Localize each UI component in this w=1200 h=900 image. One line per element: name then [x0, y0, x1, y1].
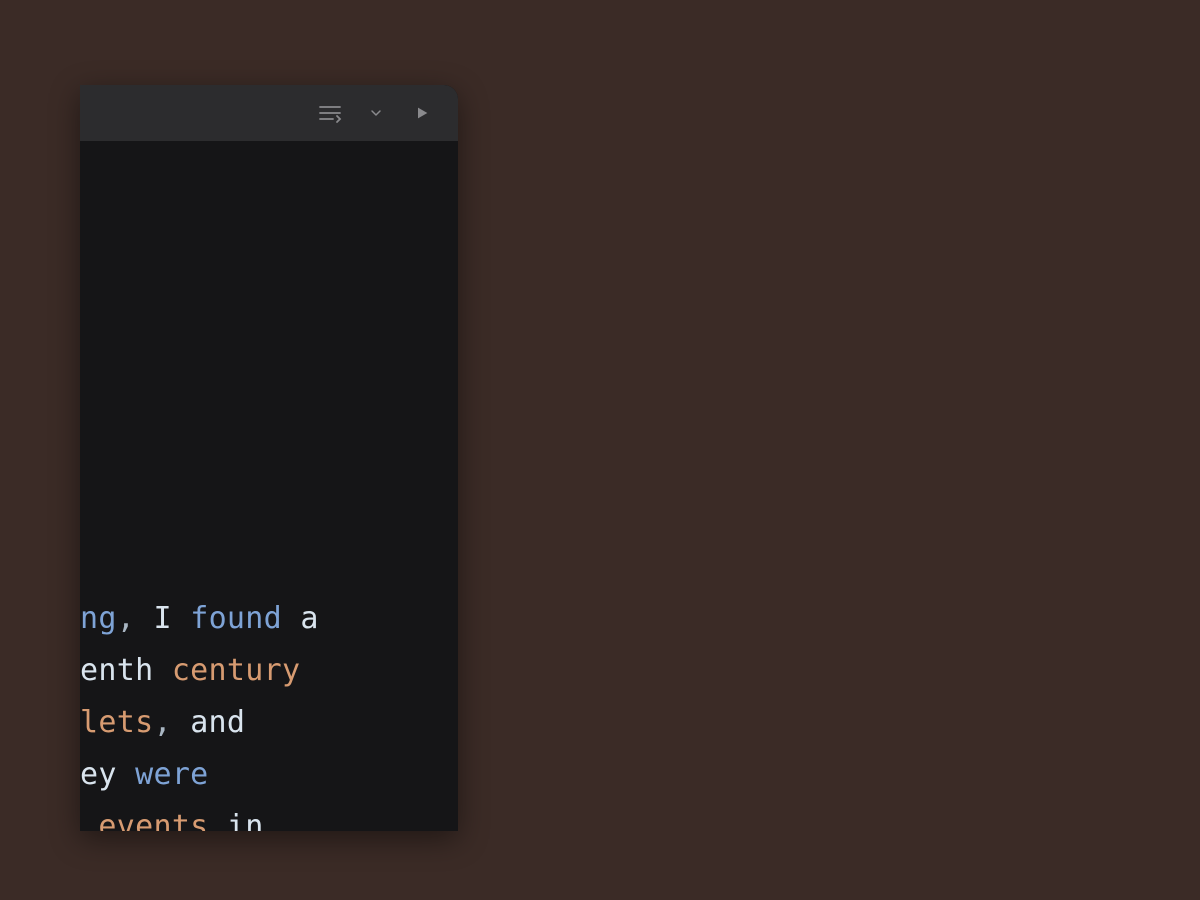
code-line: events in — [80, 801, 458, 831]
code-line: ng, I found a — [80, 593, 458, 645]
code-token: enth — [80, 653, 172, 688]
code-line: lets, and — [80, 697, 458, 749]
code-line: enth century — [80, 645, 458, 697]
code-token: and — [172, 705, 245, 740]
word-wrap-icon[interactable] — [316, 99, 344, 127]
code-token: I — [135, 601, 190, 636]
code-token: ey — [80, 757, 135, 792]
code-token — [80, 809, 98, 831]
code-line: ey were — [80, 749, 458, 801]
editor-window: ng, I found aenth centurylets, andey wer… — [80, 85, 458, 831]
code-token: ng — [80, 601, 117, 636]
chevron-down-icon[interactable] — [362, 99, 390, 127]
code-token: in — [209, 809, 264, 831]
code-token: found — [190, 601, 282, 636]
code-token: were — [135, 757, 208, 792]
code-token: , — [153, 705, 171, 740]
code-token: century — [172, 653, 301, 688]
play-icon[interactable] — [408, 99, 436, 127]
code-editor-content[interactable]: ng, I found aenth centurylets, andey wer… — [80, 593, 458, 831]
code-token: events — [98, 809, 208, 831]
code-token: , — [117, 601, 135, 636]
editor-toolbar — [80, 85, 458, 141]
code-token: lets — [80, 705, 153, 740]
code-token: a — [282, 601, 319, 636]
